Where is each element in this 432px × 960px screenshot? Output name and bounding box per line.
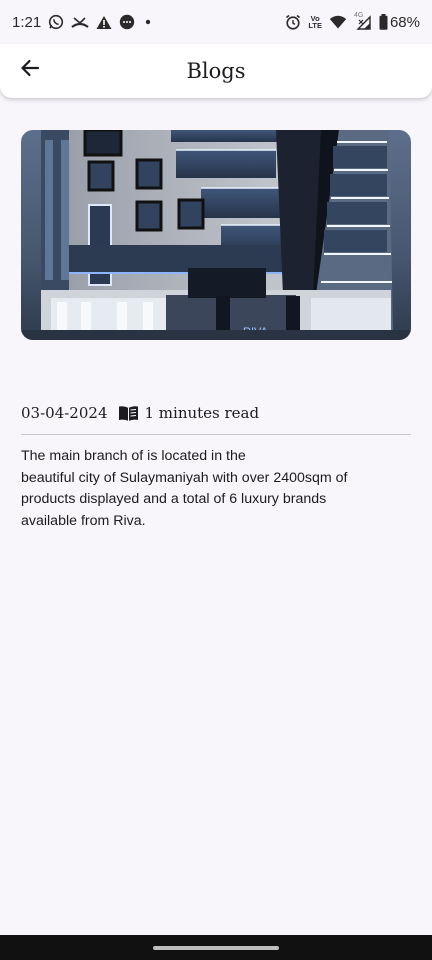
wifi-icon (329, 15, 347, 29)
status-bar-left: 1:21 (12, 14, 154, 31)
system-nav-bar (0, 935, 432, 960)
missed-call-icon (71, 15, 89, 29)
app-bar: Blogs (0, 44, 432, 98)
divider (21, 434, 411, 435)
volte-bottom-label: LTE (308, 21, 322, 30)
battery-percent: 68% (389, 13, 420, 31)
warning-icon (96, 15, 112, 30)
status-bar: 1:21 Vo LTE 4G 68% (0, 0, 432, 44)
blog-meta-row: 03-04-2024 1 minutes read (21, 402, 411, 424)
blog-body-line: products displayed and a total of 6 luxu… (21, 491, 327, 507)
blog-body: The main branch of is located in the bea… (21, 446, 411, 532)
volte-icon: Vo LTE (308, 14, 322, 30)
home-gesture-handle[interactable] (153, 945, 279, 950)
back-button[interactable] (10, 50, 50, 90)
whatsapp-icon (48, 14, 64, 30)
dot-icon (142, 16, 154, 28)
blog-hero-image: RIVA (21, 130, 411, 340)
status-bar-right: Vo LTE 4G 68% (285, 12, 420, 31)
book-open-icon (118, 405, 139, 422)
battery-icon (379, 14, 388, 30)
page-title: Blogs (186, 59, 246, 83)
blog-date: 03-04-2024 (21, 404, 108, 422)
message-icon (119, 14, 135, 30)
status-time: 1:21 (12, 13, 42, 31)
arrow-back-icon (20, 58, 40, 83)
blog-body-line: beautiful city of Sulaymaniyah with over… (21, 469, 348, 486)
signal-icon: 4G (354, 12, 372, 30)
blog-body-line: The main branch of is located in the (21, 448, 246, 464)
alarm-icon (285, 14, 301, 30)
blog-body-line: available from Riva. (21, 512, 146, 529)
read-time: 1 minutes read (144, 404, 260, 422)
